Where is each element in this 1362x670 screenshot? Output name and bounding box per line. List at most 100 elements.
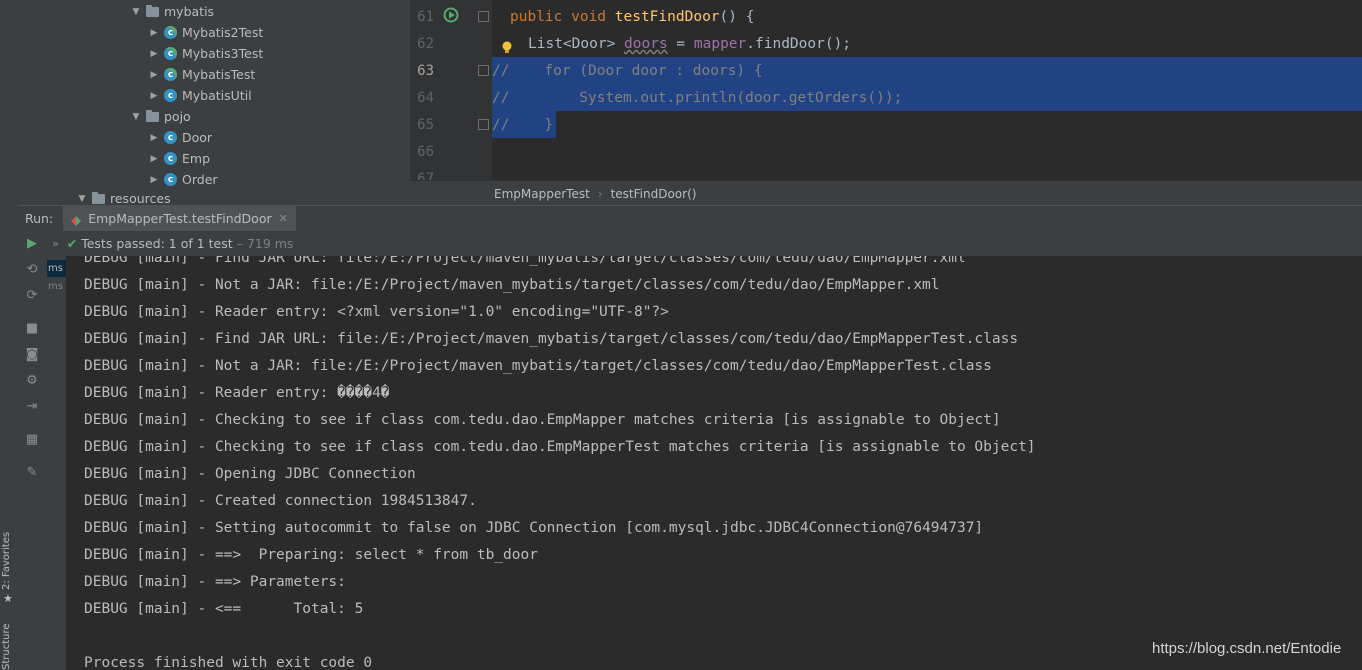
console-output[interactable]: DEBUG [main] - Find JAR URL: file:/E:/Pr…: [66, 256, 1362, 670]
console-line: DEBUG [main] - Find JAR URL: file:/E:/Pr…: [84, 256, 966, 266]
breadcrumb-method[interactable]: testFindDoor(): [611, 187, 697, 201]
test-tree-item[interactable]: ms: [47, 260, 66, 277]
chevron-right-icon[interactable]: ▶: [148, 70, 160, 80]
export-icon[interactable]: ⇥: [25, 400, 39, 414]
chevron-down-icon[interactable]: ▼: [76, 194, 88, 204]
tree-item-mybatis3test[interactable]: ▶ c Mybatis3Test: [148, 43, 264, 64]
console-line: DEBUG [main] - ==> Parameters:: [84, 574, 355, 590]
class-icon: c: [164, 173, 177, 186]
structure-tab[interactable]: Structure: [1, 623, 12, 670]
line-number: 66: [417, 144, 434, 160]
tree-item-mybatisutil[interactable]: ▶ c MybatisUtil: [148, 85, 252, 106]
chevron-right-icon[interactable]: ▶: [148, 154, 160, 164]
tree-item-mybatis[interactable]: ▼ mybatis: [130, 1, 215, 22]
tree-item-resources[interactable]: ▼ resources: [76, 188, 171, 205]
bulb-icon[interactable]: [501, 40, 513, 54]
console-line: DEBUG [main] - Find JAR URL: file:/E:/Pr…: [84, 331, 1019, 347]
fold-marker-icon[interactable]: [478, 65, 489, 76]
chevron-right-icon[interactable]: ▶: [148, 133, 160, 143]
code-text: .findDoor();: [746, 36, 852, 52]
watermark: https://blog.csdn.net/Entodie: [1152, 640, 1342, 657]
test-tree-item[interactable]: ms: [47, 278, 66, 295]
tree-item-label: Order: [182, 172, 218, 187]
run-toolbar: ▶ ⟲ ⟳ ■ ◙ ⚙ ⇥ ▦ ✎: [18, 231, 47, 670]
expand-icon[interactable]: »: [52, 237, 59, 250]
close-icon[interactable]: ✕: [279, 212, 288, 225]
tree-item-mybatis2test[interactable]: ▶ c Mybatis2Test: [148, 22, 264, 43]
tree-item-label: pojo: [164, 109, 191, 124]
test-results-tree: ms ms: [46, 256, 66, 670]
rerun-icon[interactable]: ▶: [25, 237, 39, 251]
tree-item-label: Door: [182, 130, 213, 145]
run-tab-label: EmpMapperTest.testFindDoor: [88, 211, 272, 226]
line-number: 65: [417, 117, 434, 133]
tree-item-label: Mybatis2Test: [182, 25, 264, 40]
code-line-62: List<Door> doors = mapper.findDoor();: [528, 31, 851, 58]
tree-item-label: MybatisUtil: [182, 88, 252, 103]
console-line: DEBUG [main] - <== Total: 5: [84, 601, 364, 617]
stop-icon[interactable]: ■: [25, 322, 39, 336]
folder-icon: [92, 191, 105, 204]
console-line: DEBUG [main] - Opening JDBC Connection: [84, 466, 416, 482]
folder-icon: [146, 109, 159, 122]
line-number: 61: [417, 9, 434, 25]
code-line-63: // for (Door door : doors) {: [492, 63, 763, 79]
tree-item-pojo[interactable]: ▼ pojo: [130, 106, 191, 127]
chevron-right-icon[interactable]: ▶: [148, 49, 160, 59]
console-line: DEBUG [main] - Reader entry: ����4�: [84, 385, 390, 401]
console-line: DEBUG [main] - Not a JAR: file:/E:/Proje…: [84, 277, 940, 293]
tree-item-mybatistest[interactable]: ▶ c MybatisTest: [148, 64, 256, 85]
test-class-icon: c: [164, 68, 177, 81]
console-line: Process finished with exit code 0: [84, 655, 373, 670]
run-tab[interactable]: EmpMapperTest.testFindDoor ✕: [63, 206, 296, 231]
class-icon: c: [164, 152, 177, 165]
folder-icon: [146, 4, 159, 17]
run-test-gutter-icon[interactable]: [443, 7, 459, 23]
console-line: DEBUG [main] - Checking to see if class …: [84, 439, 1036, 455]
rerun-failed-icon[interactable]: ⟲: [25, 263, 39, 277]
line-number: 64: [417, 90, 434, 106]
test-duration: 719 ms: [246, 236, 294, 251]
breadcrumb-class[interactable]: EmpMapperTest: [494, 187, 590, 201]
chevron-right-icon[interactable]: ▶: [148, 91, 160, 101]
breadcrumb: EmpMapperTest › testFindDoor(): [410, 180, 1362, 206]
test-status-bar: » ✔ Tests passed: 1 of 1 test – 719 ms: [46, 231, 1362, 257]
test-class-icon: c: [164, 26, 177, 39]
tests-passed-label: Tests passed:: [81, 236, 165, 251]
star-icon: ★: [3, 592, 13, 605]
editor-gutter: 61 62 63 64 65 66 67: [410, 0, 512, 187]
code-text: () {: [719, 9, 755, 25]
console-line: DEBUG [main] - Reader entry: <?xml versi…: [84, 304, 669, 320]
chevron-right-icon[interactable]: ▶: [148, 28, 160, 38]
fold-marker-icon[interactable]: [478, 119, 489, 130]
run-tab-bar: Run: EmpMapperTest.testFindDoor ✕: [18, 205, 1362, 232]
tree-item-label: mybatis: [164, 4, 215, 19]
tree-item-label: resources: [110, 191, 171, 205]
chevron-down-icon[interactable]: ▼: [130, 112, 142, 122]
test-config-icon: [71, 214, 82, 226]
tree-item-emp[interactable]: ▶ c Emp: [148, 148, 210, 169]
code-variable: doors: [624, 36, 668, 52]
class-icon: c: [164, 89, 177, 102]
tree-item-door[interactable]: ▶ c Door: [148, 127, 213, 148]
code-text: =: [667, 36, 694, 52]
test-class-icon: c: [164, 47, 177, 60]
toggle-auto-test-icon[interactable]: ⟳: [25, 289, 39, 303]
chevron-right-icon: ›: [597, 186, 603, 201]
check-icon: ✔: [66, 236, 78, 251]
code-line-65: // }: [492, 117, 554, 133]
tree-item-label: Emp: [182, 151, 211, 166]
fold-marker-icon[interactable]: [478, 11, 489, 22]
camera-icon[interactable]: ◙: [25, 348, 39, 362]
tree-item-label: Mybatis3Test: [182, 46, 264, 61]
class-icon: c: [164, 131, 177, 144]
settings-icon[interactable]: ⚙: [25, 374, 39, 388]
chevron-right-icon[interactable]: ▶: [148, 175, 160, 185]
layout-icon[interactable]: ▦: [25, 433, 39, 447]
code-editor[interactable]: 61 62 63 64 65 66 67 public void testFin…: [410, 0, 1362, 205]
favorites-tab[interactable]: 2: Favorites: [1, 532, 12, 590]
chevron-down-icon[interactable]: ▼: [130, 7, 142, 17]
line-number: 63: [417, 63, 434, 79]
pin-icon[interactable]: ✎: [25, 466, 39, 480]
tree-item-order[interactable]: ▶ c Order: [148, 169, 218, 190]
